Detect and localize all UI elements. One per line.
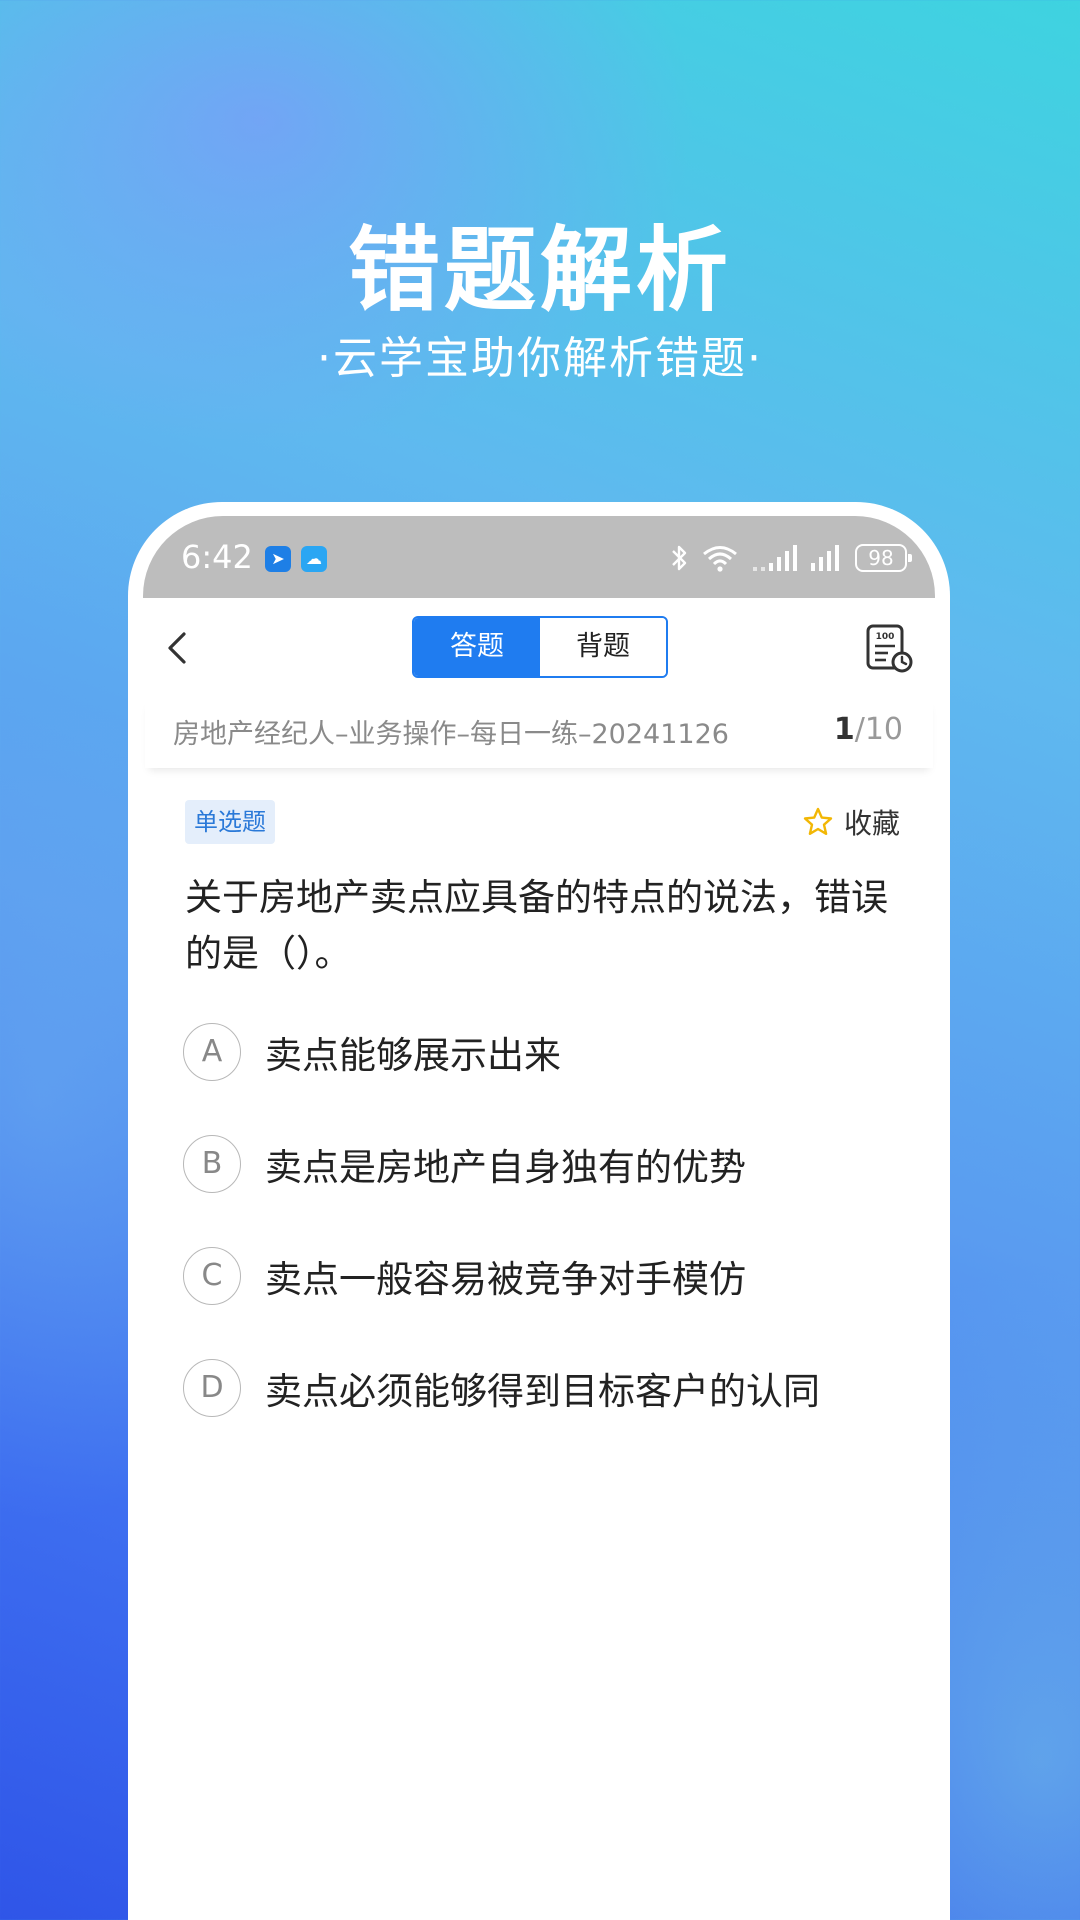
phone-mockup: 6:42 ➤ ☁ 98 答题 背题 100 房地产经纪人–业务操作–每日一练–2… <box>128 502 950 1920</box>
cloud-notification-icon: ☁ <box>301 546 327 572</box>
option-a[interactable]: A 卖点能够展示出来 <box>183 1022 561 1082</box>
option-letter: D <box>183 1359 241 1417</box>
option-text: 卖点必须能够得到目标客户的认同 <box>265 1370 820 1413</box>
question-text: 关于房地产卖点应具备的特点的说法，错误的是（）。 <box>185 876 888 975</box>
signal-icon-1 <box>753 545 797 571</box>
option-d[interactable]: D 卖点必须能够得到目标客户的认同 <box>183 1358 820 1418</box>
status-time: 6:42 <box>181 538 253 576</box>
option-text: 卖点一般容易被竞争对手模仿 <box>265 1258 746 1301</box>
wifi-icon <box>703 546 737 572</box>
total-questions: /10 <box>854 712 903 747</box>
tab-answer[interactable]: 答题 <box>414 618 540 676</box>
status-bar: 6:42 ➤ ☁ 98 <box>143 516 935 598</box>
hero-title: 错题解析 <box>347 217 732 324</box>
nav-bar: 答题 背题 100 <box>128 598 950 698</box>
option-letter: A <box>183 1023 241 1081</box>
tab-memorize[interactable]: 背题 <box>540 618 666 676</box>
question-counter: 1/10 <box>834 712 903 747</box>
hero-subtitle: ·云学宝助你解析错题· <box>317 333 763 384</box>
option-letter: C <box>183 1247 241 1305</box>
option-letter: B <box>183 1135 241 1193</box>
svg-text:100: 100 <box>876 632 895 642</box>
signal-icon-2 <box>811 545 839 571</box>
answer-sheet-icon[interactable]: 100 <box>864 622 914 676</box>
exam-name: 房地产经纪人–业务操作–每日一练–20241126 <box>173 719 729 750</box>
favorite-button[interactable]: 收藏 <box>802 802 900 842</box>
exam-info-row: 房地产经纪人–业务操作–每日一练–20241126 1/10 <box>145 698 933 768</box>
favorite-label: 收藏 <box>843 807 900 840</box>
mode-switch: 答题 背题 <box>412 616 668 678</box>
question-type-tag: 单选题 <box>185 800 275 844</box>
option-c[interactable]: C 卖点一般容易被竞争对手模仿 <box>183 1246 746 1306</box>
battery-indicator: 98 <box>855 544 912 572</box>
bluetooth-icon <box>672 545 687 571</box>
option-text: 卖点能够展示出来 <box>265 1034 561 1077</box>
status-icons: 98 <box>669 542 912 574</box>
back-arrow-icon[interactable] <box>150 622 202 674</box>
star-icon <box>803 807 833 835</box>
current-question-number: 1 <box>833 712 855 747</box>
option-b[interactable]: B 卖点是房地产自身独有的优势 <box>183 1134 746 1194</box>
option-text: 卖点是房地产自身独有的优势 <box>265 1146 746 1189</box>
app-notification-icon: ➤ <box>265 546 291 572</box>
